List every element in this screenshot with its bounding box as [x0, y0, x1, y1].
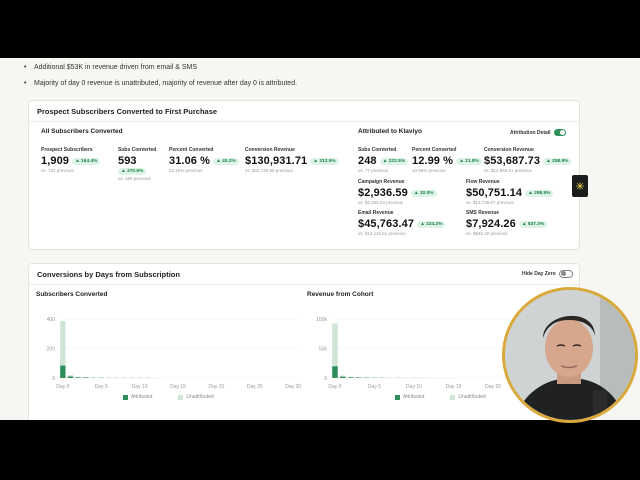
change-badge: ▲ 298.5% [525, 189, 554, 197]
divider [29, 121, 579, 122]
x-tick-label: Day 15 [446, 384, 462, 390]
attributed-title: Attributed to Klaviyo [358, 128, 422, 135]
all-subscribers-title: All Subscribers Converted [41, 128, 123, 135]
toggle-switch[interactable] [553, 129, 566, 136]
bar-unattributed [67, 375, 74, 377]
y-tick-label: 0 [324, 376, 327, 382]
metric-conversion-revenue: Conversion Revenue $130,931.71 ▲ 312.5% v… [245, 147, 339, 173]
toggle-label: Hide Day Zero [522, 271, 556, 277]
sparkle-icon[interactable]: ✳ [572, 175, 588, 197]
legend-subscribers: Attributed Unattributed [123, 394, 240, 400]
bar-attributed [67, 376, 74, 378]
y-tick-label: 200 [47, 347, 56, 353]
x-tick-label: Day 15 [170, 384, 186, 390]
bar-attributed [340, 376, 346, 378]
x-tick-label: Day 20 [208, 384, 224, 390]
change-badge: ▲ 837.3% [518, 220, 548, 228]
bar-attributed [347, 377, 354, 378]
x-tick-label: Day 0 [56, 384, 69, 390]
change-badge: ▲ 312.5% [310, 157, 339, 165]
metric-sms-revenue: SMS Revenue $7,924.26 ▲ 837.3% vs. $845.4… [466, 210, 548, 236]
change-badge: ▲ 164.4% [72, 157, 101, 165]
hide-day-zero-toggle[interactable]: Hide Day Zero [522, 270, 573, 278]
bar-unattributed [75, 376, 81, 378]
summary-bullets: Additional $53K in revenue driven from e… [22, 62, 297, 94]
legend-label-attributed: Attributed [403, 394, 425, 400]
legend-label-attributed: Attributed [131, 394, 153, 400]
bar-unattributed [332, 323, 338, 367]
card-title: Conversions by Days from Subscription [37, 270, 180, 279]
change-badge: ▲ 40.2% [213, 157, 239, 165]
chart-title-subscribers: Subscribers Converted [36, 291, 108, 298]
y-tick-label: 100k [316, 317, 327, 323]
x-tick-label: Day 10 [406, 384, 422, 390]
metric-percent-converted: Percent Converted 31.06 % ▲ 40.2% 22.16% … [169, 147, 239, 173]
bar-attributed [60, 365, 66, 378]
legend-label-unattributed: Unattributed [458, 394, 486, 400]
metric-email-revenue: Email Revenue $45,763.47 ▲ 224.2% vs. $14… [358, 210, 446, 236]
bar-unattributed [347, 376, 354, 378]
bullet-item: Additional $53K in revenue driven from e… [22, 62, 297, 78]
legend-swatch-attributed [395, 394, 400, 400]
y-tick-label: 50k [319, 347, 328, 353]
bar-attributed [75, 377, 81, 378]
subscribers-converted-chart: 0 200 400 Day 0 Day 5 Day 10 Day 15 Day 20 Day 2… [33, 310, 302, 390]
x-tick-label: Day 20 [485, 384, 501, 390]
y-tick-label: 0 [52, 376, 55, 382]
x-tick-label: Day 0 [328, 384, 341, 390]
bar-attributed [332, 366, 338, 378]
change-badge: ▲ 222.5% [379, 157, 409, 165]
chart-title-revenue: Revenue from Cohort [307, 291, 374, 298]
change-badge: ▲ 32.0% [410, 189, 437, 197]
x-tick-label: Day 25 [247, 384, 263, 390]
y-tick-label: 400 [47, 317, 56, 323]
metric-prospect-subscribers: Prospect Subscribers 1,909 ▲ 164.4% vs. 7… [41, 147, 101, 173]
toggle-label: Attribution Detail [510, 129, 551, 136]
change-badge: ▲ 21.8% [456, 157, 482, 165]
metric-attr-conversion-revenue: Conversion Revenue $53,687.73 ▲ 258.9% vs… [484, 147, 572, 173]
metric-flow-revenue: Flow Revenue $50,751.14 ▲ 298.5% vs. $12,… [466, 179, 554, 205]
x-tick-label: Day 10 [132, 384, 148, 390]
x-tick-label: Day 5 [95, 384, 108, 390]
divider [29, 284, 579, 285]
legend-revenue: Attributed Unattributed [395, 394, 512, 400]
bar-attributed [83, 377, 89, 378]
legend-swatch-attributed [123, 394, 128, 400]
metric-attr-subs-converted: Subs Converted 248 ▲ 222.5% vs. 77 previo… [358, 147, 409, 173]
change-badge: ▲ 224.2% [417, 220, 446, 228]
metric-subs-converted: Subs Converted 593 ▲ 270.6% vs. 160 prev… [118, 147, 157, 181]
change-badge: ▲ 258.9% [543, 157, 572, 165]
webcam-overlay [502, 287, 638, 423]
metric-campaign-revenue: Campaign Revenue $2,936.59 ▲ 32.0% vs. $2… [358, 179, 437, 205]
legend-swatch-unattributed [178, 394, 184, 400]
bar-unattributed [340, 375, 346, 377]
change-badge: ▲ 270.6% [118, 168, 147, 175]
legend-swatch-unattributed [450, 394, 456, 400]
x-tick-label: Day 30 [285, 384, 301, 390]
x-tick-label: Day 5 [368, 384, 381, 390]
chart-svg: 0 200 400 Day 0 Day 5 Day 10 Day 15 Day 20 Day 2… [47, 317, 302, 390]
card-title: Prospect Subscribers Converted to First … [37, 107, 218, 116]
legend-label-unattributed: Unattributed [186, 394, 214, 400]
toggle-switch[interactable] [558, 270, 573, 278]
bullet-item: Majority of day 0 revenue is unattribute… [22, 78, 297, 94]
attribution-detail-toggle[interactable]: Attribution Detail [510, 129, 566, 136]
bar-unattributed [60, 321, 66, 366]
metric-attr-percent-converted: Percent Converted 12.99 % ▲ 21.8% 10.66% … [412, 147, 482, 173]
presenter-avatar [505, 290, 635, 420]
conversions-by-days-card: Conversions by Days from Subscription Hi… [28, 263, 580, 420]
prospect-subscribers-card: Prospect Subscribers Converted to First … [28, 100, 580, 250]
